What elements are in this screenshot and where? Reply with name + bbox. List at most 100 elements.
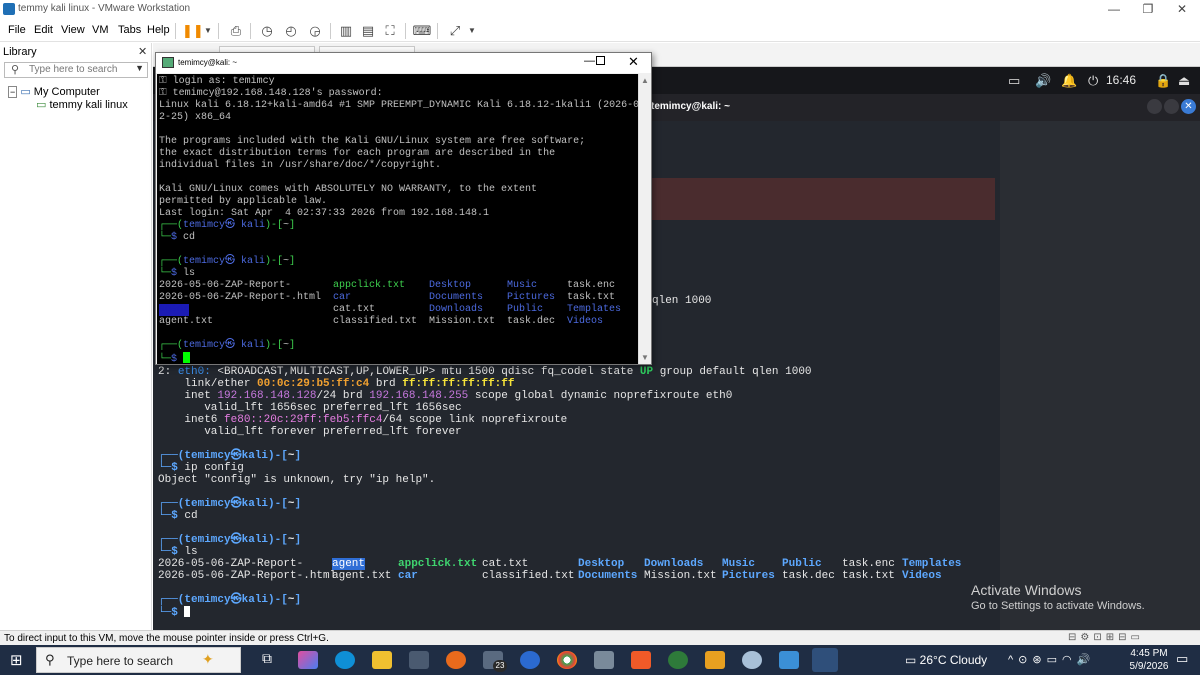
task-view-icon[interactable]: ⧉	[262, 650, 272, 667]
chrome-icon[interactable]	[557, 651, 577, 669]
link-ether-line: link/ether 00:0c:29:b5:ff:c4 brd ff:ff:f…	[158, 378, 515, 390]
device-status-icons[interactable]: ⊟⚙⊡⊞⊟▭	[1068, 632, 1144, 643]
menu-file[interactable]: File	[8, 24, 26, 36]
file-explorer-icon[interactable]	[372, 651, 392, 669]
close-button[interactable]: ✕	[628, 54, 639, 70]
ls-item: task.txt	[842, 570, 895, 582]
vm-icon: ▭	[36, 99, 47, 111]
scroll-down-icon[interactable]: ▼	[641, 353, 649, 362]
putty-line: individual files in /usr/share/doc/*/cop…	[159, 160, 442, 171]
putty-prompt-command[interactable]: └─$	[159, 352, 191, 364]
kali-clock[interactable]: 16:46	[1106, 73, 1136, 87]
minimize-button[interactable]: —	[584, 55, 595, 67]
menu-tabs[interactable]: Tabs	[118, 24, 141, 36]
library-view-icon[interactable]: ▥	[336, 22, 356, 40]
thumbnail-view-icon[interactable]: ▤	[358, 22, 378, 40]
windows-start-icon[interactable]: ⊞	[10, 651, 23, 669]
ls-item: cat.txt	[482, 558, 529, 570]
fullscreen-icon[interactable]: ⛶	[380, 22, 400, 40]
taskbar-search-input[interactable]: ⚲ Type here to search ✦	[36, 647, 241, 673]
ls-item: appclick.txt	[333, 280, 406, 291]
lock-icon[interactable]: 🔒	[1155, 73, 1171, 89]
send-ctrl-alt-del-icon[interactable]: ⎙	[226, 22, 246, 40]
snapshot-manager-icon[interactable]: ◶	[305, 22, 325, 40]
prompt-command[interactable]: └─$	[158, 606, 191, 619]
ls-item: task.dec	[782, 570, 835, 582]
ls-item: Mission.txt	[429, 316, 496, 327]
maximize-button[interactable]	[596, 56, 605, 65]
library-close-button[interactable]: ✕	[138, 45, 147, 58]
terminal-close-button[interactable]: ✕	[1181, 99, 1196, 114]
taskbar-clock[interactable]: 4:45 PM 5/9/2026	[1127, 647, 1171, 673]
brave-icon[interactable]	[631, 651, 651, 669]
display-icon[interactable]: ▭	[1008, 73, 1020, 89]
notification-icon[interactable]: ▭	[1176, 651, 1188, 667]
terminal-minimize-button[interactable]	[1147, 99, 1162, 114]
ls-item: Mission.txt	[644, 570, 717, 582]
prompt-command: └─$ ip config	[158, 462, 244, 474]
logout-icon[interactable]: ⏏	[1178, 73, 1190, 89]
copilot-icon[interactable]	[298, 651, 318, 669]
volume-icon[interactable]: 🔊	[1035, 73, 1051, 89]
system-tray-icons[interactable]: ^⊙⊛▭◠🔊	[1008, 653, 1095, 666]
prompt-command: └─$ cd	[158, 510, 198, 522]
ls-item: agent.txt	[159, 316, 214, 327]
ls-item-selected[interactable]: agent	[332, 558, 366, 570]
app-icon[interactable]	[779, 651, 799, 669]
putty-line: The programs included with the Kali GNU/…	[159, 136, 586, 147]
calculator-icon[interactable]	[594, 651, 614, 669]
mail-badge: 23	[493, 660, 507, 672]
power-icon[interactable]: ⏻	[1088, 73, 1098, 89]
menu-bar: File Edit View VM Tabs Help ❚❚ ▼ ⎙ ◷ ◴ ◶…	[0, 20, 1200, 42]
ls-item: 2026-05-06-ZAP-Report-.html	[159, 292, 322, 303]
terminal-cursor	[184, 606, 191, 617]
valid-lft-line: valid_lft 1656sec preferred_lft 1656sec	[158, 402, 462, 414]
snapshot-icon[interactable]: ◷	[257, 22, 277, 40]
minimize-button[interactable]: —	[1096, 0, 1132, 20]
weather-widget[interactable]: ▭ 26°C Cloudy	[905, 653, 987, 667]
maximize-button[interactable]: ❐	[1130, 0, 1166, 20]
library-header: Library	[3, 46, 37, 58]
console-view-icon[interactable]: ⌨	[412, 22, 432, 40]
putty-line: permitted by applicable law.	[159, 196, 328, 207]
menu-vm[interactable]: VM	[92, 24, 109, 36]
putty-scrollbar[interactable]: ▲ ▼	[638, 74, 651, 364]
app-icon[interactable]	[668, 651, 688, 669]
app-icon[interactable]	[705, 651, 725, 669]
store-icon[interactable]	[409, 651, 429, 669]
putty-prompt-command: └─$ cd	[159, 232, 196, 243]
ls-item: 2026-05-06-ZAP-Report-	[158, 558, 304, 570]
firefox-icon[interactable]	[446, 651, 466, 669]
putty-terminal[interactable]: ⚿ login as: temimcy ⚿ temimcy@192.168.14…	[157, 74, 638, 364]
terminal-side-panel	[1000, 121, 1200, 630]
edge-icon[interactable]	[335, 651, 355, 669]
menu-edit[interactable]: Edit	[34, 24, 53, 36]
revert-snapshot-icon[interactable]: ◴	[281, 22, 301, 40]
ls-item: Documents	[578, 570, 638, 582]
menu-view[interactable]: View	[61, 24, 85, 36]
ls-item: car	[398, 570, 418, 582]
scroll-up-icon[interactable]: ▲	[641, 76, 649, 85]
app-icon[interactable]	[742, 651, 762, 669]
ls-item: Music	[722, 558, 756, 570]
notification-bell-icon[interactable]: 🔔	[1061, 73, 1077, 89]
putty-prompt-top: ┌──(temimcy㉿ kali)-[~]	[159, 220, 296, 231]
ls-item: Templates	[902, 558, 962, 570]
putty-window[interactable]: temimcy@kali: ~ — ✕ ⚿ login as: temimcy …	[155, 52, 652, 365]
close-window-button[interactable]: ✕	[1164, 0, 1200, 20]
putty-prompt-top: ┌──(temimcy㉿ kali)-[~]	[159, 340, 296, 351]
putty-title: temimcy@kali: ~	[178, 58, 238, 67]
terminal-maximize-button[interactable]	[1164, 99, 1179, 114]
tree-my-computer[interactable]: − ▭ My Computer	[8, 85, 100, 98]
chevron-down-icon[interactable]: ▼	[198, 22, 218, 40]
vmware-taskbar-icon[interactable]	[812, 648, 838, 672]
chevron-down-icon[interactable]: ▼	[462, 22, 482, 40]
library-search-input[interactable]: ⚲ Type here to search ▼	[4, 62, 148, 78]
collapse-icon[interactable]: −	[8, 86, 18, 98]
menu-help[interactable]: Help	[147, 24, 170, 36]
prompt-top: ┌──(temimcy㉿kali)-[~]	[158, 534, 302, 546]
tree-vm-temmy-kali[interactable]: ▭ temmy kali linux	[36, 98, 128, 111]
activate-windows-watermark: Activate Windows Go to Settings to activ…	[971, 582, 1145, 612]
outlook-icon[interactable]	[520, 651, 540, 669]
chevron-down-icon[interactable]: ▼	[135, 63, 144, 73]
